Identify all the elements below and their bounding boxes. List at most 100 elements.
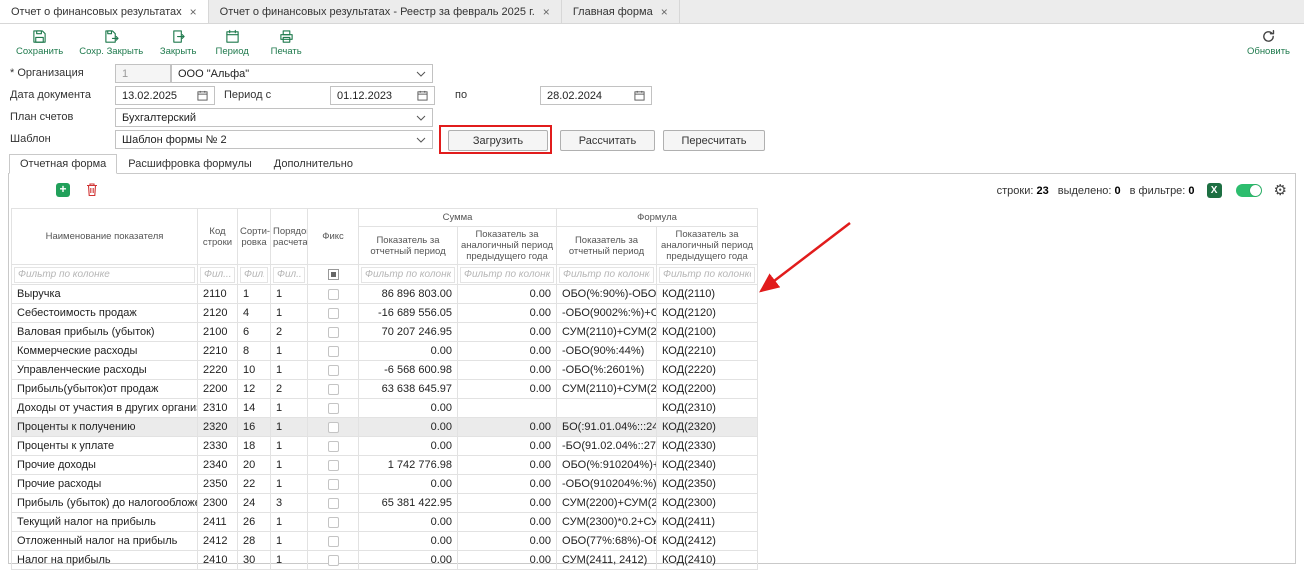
cell-indicator-name[interactable]: Отложенный налог на прибыль — [12, 532, 198, 551]
filter-toggle[interactable] — [1236, 184, 1262, 197]
cell-sum-current[interactable]: 0.00 — [359, 532, 458, 551]
cell-calc-order[interactable]: 1 — [271, 475, 308, 494]
tab-report-form[interactable]: Отчетная форма — [9, 154, 117, 174]
fix-checkbox[interactable] — [328, 460, 339, 471]
cell-sort[interactable]: 16 — [238, 418, 271, 437]
cell-row-code[interactable]: 2310 — [198, 399, 238, 418]
cell-row-code[interactable]: 2210 — [198, 342, 238, 361]
recalculate-button[interactable]: Пересчитать — [663, 130, 765, 151]
cell-row-code[interactable]: 2412 — [198, 532, 238, 551]
filter-input-sum-current[interactable] — [361, 267, 455, 283]
cell-fix[interactable] — [308, 380, 359, 399]
table-row[interactable]: Доходы от участия в других организаци...… — [12, 399, 758, 418]
window-tab-report[interactable]: Отчет о финансовых результатах × — [0, 0, 209, 23]
fix-checkbox[interactable] — [328, 289, 339, 300]
cell-fix[interactable] — [308, 494, 359, 513]
cell-sum-current[interactable]: 70 207 246.95 — [359, 323, 458, 342]
period-button[interactable]: Период — [205, 27, 259, 59]
cell-row-code[interactable]: 2120 — [198, 304, 238, 323]
cell-row-code[interactable]: 2220 — [198, 361, 238, 380]
cell-calc-order[interactable]: 1 — [271, 513, 308, 532]
cell-sum-previous[interactable]: 0.00 — [458, 475, 557, 494]
close-button[interactable]: Закрыть — [151, 27, 205, 59]
save-close-button[interactable]: Сохр. Закрыть — [71, 27, 151, 59]
cell-fix[interactable] — [308, 361, 359, 380]
cell-indicator-name[interactable]: Проценты к уплате — [12, 437, 198, 456]
column-header-fix[interactable]: Фикс — [308, 209, 359, 265]
cell-fix[interactable] — [308, 342, 359, 361]
cell-sum-previous[interactable]: 0.00 — [458, 456, 557, 475]
cell-sum-current[interactable]: 0.00 — [359, 551, 458, 570]
cell-formula-current[interactable]: -ОБО(90%:44%) — [557, 342, 657, 361]
print-button[interactable]: Печать — [259, 27, 313, 59]
tab-additional[interactable]: Дополнительно — [263, 154, 364, 174]
cell-sum-previous[interactable]: 0.00 — [458, 285, 557, 304]
window-tab-registry[interactable]: Отчет о финансовых результатах - Реестр … — [209, 0, 562, 23]
cell-sum-current[interactable]: 0.00 — [359, 475, 458, 494]
cell-sum-current[interactable]: -6 568 600.98 — [359, 361, 458, 380]
cell-indicator-name[interactable]: Управленческие расходы — [12, 361, 198, 380]
cell-sum-previous[interactable]: 0.00 — [458, 342, 557, 361]
table-row[interactable]: Коммерческие расходы2210810.000.00-ОБО(9… — [12, 342, 758, 361]
fix-checkbox[interactable] — [328, 308, 339, 319]
cell-sum-previous[interactable] — [458, 399, 557, 418]
cell-sum-current[interactable]: 0.00 — [359, 513, 458, 532]
cell-sum-current[interactable]: 0.00 — [359, 342, 458, 361]
cell-calc-order[interactable]: 3 — [271, 494, 308, 513]
cell-fix[interactable] — [308, 304, 359, 323]
cell-indicator-name[interactable]: Налог на прибыль — [12, 551, 198, 570]
cell-sum-current[interactable]: 0.00 — [359, 418, 458, 437]
filter-input-order[interactable] — [273, 267, 305, 283]
table-row[interactable]: Отложенный налог на прибыль24122810.000.… — [12, 532, 758, 551]
table-row[interactable]: Прибыль(убыток)от продаж220012263 638 64… — [12, 380, 758, 399]
cell-fix[interactable] — [308, 456, 359, 475]
cell-sum-previous[interactable]: 0.00 — [458, 532, 557, 551]
cell-sum-current[interactable]: 86 896 803.00 — [359, 285, 458, 304]
cell-indicator-name[interactable]: Прибыль(убыток)от продаж — [12, 380, 198, 399]
cell-formula-current[interactable]: -ОБО(9002%:%)+ОБ... — [557, 304, 657, 323]
organization-select[interactable]: ООО "Альфа" — [171, 64, 433, 83]
cell-sum-current[interactable]: 65 381 422.95 — [359, 494, 458, 513]
column-header-code[interactable]: Код строки — [198, 209, 238, 265]
cell-sort[interactable]: 22 — [238, 475, 271, 494]
cell-row-code[interactable]: 2340 — [198, 456, 238, 475]
filter-input-formula-current[interactable] — [559, 267, 654, 283]
cell-formula-current[interactable]: СУМ(2110)+СУМ(21... — [557, 380, 657, 399]
column-header-formula-previous[interactable]: Показатель за аналогичный период предыду… — [657, 227, 758, 265]
cell-row-code[interactable]: 2300 — [198, 494, 238, 513]
cell-calc-order[interactable]: 1 — [271, 456, 308, 475]
cell-sum-previous[interactable]: 0.00 — [458, 437, 557, 456]
cell-sum-previous[interactable]: 0.00 — [458, 494, 557, 513]
cell-calc-order[interactable]: 1 — [271, 418, 308, 437]
cell-sum-current[interactable]: 0.00 — [359, 399, 458, 418]
fix-filter-checkbox[interactable] — [328, 269, 339, 280]
cell-calc-order[interactable]: 2 — [271, 323, 308, 342]
cell-row-code[interactable]: 2330 — [198, 437, 238, 456]
chart-of-accounts-select[interactable]: Бухгалтерский — [115, 108, 433, 127]
cell-calc-order[interactable]: 1 — [271, 361, 308, 380]
cell-formula-current[interactable]: -БО(91.02.04%::278... — [557, 437, 657, 456]
cell-formula-previous[interactable]: КОД(2411) — [657, 513, 758, 532]
fix-checkbox[interactable] — [328, 517, 339, 528]
cell-sort[interactable]: 30 — [238, 551, 271, 570]
cell-formula-current[interactable]: СУМ(2300)*0.2+СУ... — [557, 513, 657, 532]
period-to-field[interactable]: 28.02.2024 — [540, 86, 652, 105]
fix-checkbox[interactable] — [328, 422, 339, 433]
tab-formula-breakdown[interactable]: Расшифровка формулы — [117, 154, 262, 174]
fix-checkbox[interactable] — [328, 479, 339, 490]
save-button[interactable]: Сохранить — [8, 27, 71, 59]
table-row[interactable]: Прочие доходы23402011 742 776.980.00ОБО(… — [12, 456, 758, 475]
cell-sort[interactable]: 28 — [238, 532, 271, 551]
filter-input-sort[interactable] — [240, 267, 268, 283]
cell-calc-order[interactable]: 1 — [271, 551, 308, 570]
column-header-sum-previous[interactable]: Показатель за аналогичный период предыду… — [458, 227, 557, 265]
window-tab-main-form[interactable]: Главная форма × — [562, 0, 680, 23]
cell-sum-previous[interactable]: 0.00 — [458, 551, 557, 570]
cell-row-code[interactable]: 2200 — [198, 380, 238, 399]
column-header-name[interactable]: Наименование показателя — [12, 209, 198, 265]
table-row[interactable]: Прибыль (убыток) до налогообложения23002… — [12, 494, 758, 513]
cell-sum-previous[interactable]: 0.00 — [458, 304, 557, 323]
column-header-formula-current[interactable]: Показатель за отчетный период — [557, 227, 657, 265]
cell-indicator-name[interactable]: Прочие доходы — [12, 456, 198, 475]
cell-sort[interactable]: 24 — [238, 494, 271, 513]
